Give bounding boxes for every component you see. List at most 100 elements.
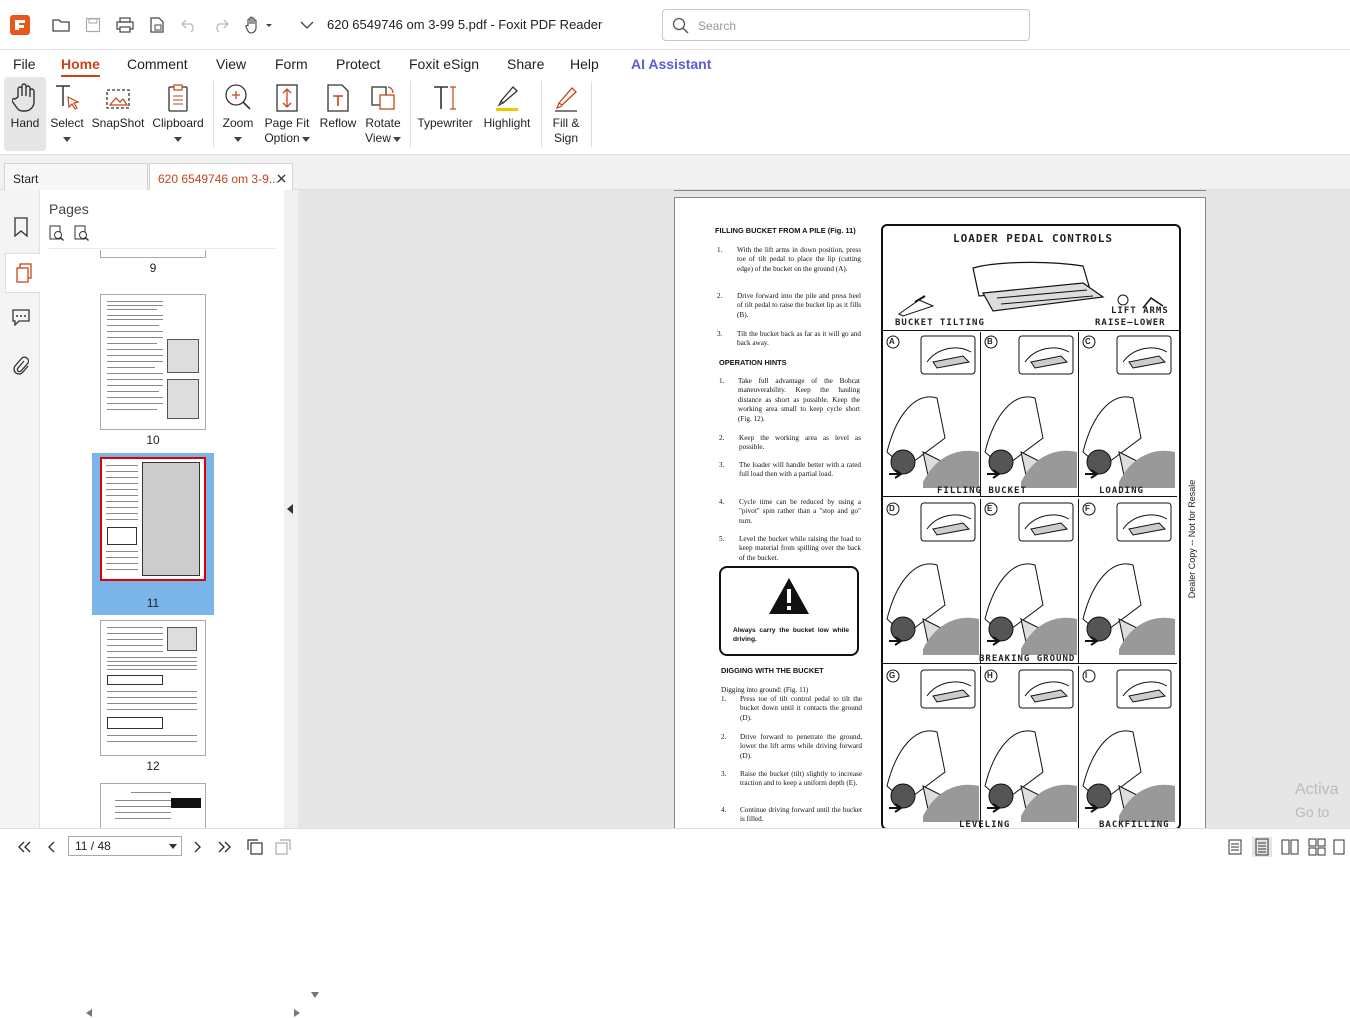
single-page-view-icon[interactable]	[1225, 837, 1245, 857]
customize-quick-access-icon[interactable]	[296, 14, 318, 36]
figure-panel-letter: I	[1085, 671, 1088, 680]
reflow-button[interactable]: Reflow	[318, 77, 358, 151]
typewriter-label: Typewriter	[417, 116, 473, 130]
document-tab-bar: Start 620 6549746 om 3-9...	[0, 155, 1350, 190]
ribbon-separator	[541, 81, 542, 147]
select-tool-button[interactable]: Select	[48, 77, 86, 151]
rotate-label-2: View	[365, 131, 391, 145]
redo-icon[interactable]	[210, 14, 232, 36]
continuous-view-icon[interactable]	[1252, 837, 1272, 857]
first-page-icon[interactable]	[14, 837, 34, 857]
page-number-input[interactable]: 11 / 48	[68, 836, 182, 856]
collapse-panel-icon[interactable]	[287, 504, 293, 514]
title-bar: 620 6549746 om 3-99 5.pdf - Foxit PDF Re…	[0, 0, 1350, 50]
page-thumbnail-13[interactable]	[100, 783, 206, 828]
last-page-icon[interactable]	[215, 837, 235, 857]
clipboard-button[interactable]: Clipboard	[150, 77, 206, 151]
bookmarks-icon[interactable]	[8, 214, 34, 240]
page-thumbnail-9[interactable]	[100, 250, 206, 258]
ribbon-separator	[591, 81, 592, 147]
scroll-left-icon[interactable]	[86, 1009, 92, 1017]
figure-panel: E	[981, 499, 1079, 664]
page-thumbnails: 9 10 11 12	[40, 250, 270, 828]
menu-protect[interactable]: Protect	[336, 56, 380, 72]
search-input[interactable]: Search	[662, 9, 1030, 41]
previous-page-icon[interactable]	[42, 837, 62, 857]
menu-ai-assistant[interactable]: AI Assistant	[631, 56, 711, 72]
loader-illustration-icon	[886, 669, 979, 822]
next-view-icon[interactable]	[273, 837, 293, 857]
pages-horizontal-scrollbar[interactable]	[80, 1006, 324, 1018]
export-icon[interactable]	[146, 14, 168, 36]
next-page-icon[interactable]	[187, 837, 207, 857]
rotate-view-button[interactable]: Rotate View	[362, 77, 404, 151]
page-zoom-out-icon[interactable]	[74, 225, 90, 241]
hand-tool-dropdown-icon[interactable]	[242, 14, 276, 36]
print-icon[interactable]	[114, 14, 136, 36]
rotate-view-icon	[371, 86, 395, 110]
rotate-label-1: Rotate	[365, 116, 401, 130]
page-number-10: 10	[146, 433, 160, 447]
page-zoom-in-icon[interactable]	[49, 225, 65, 241]
facing-view-icon[interactable]	[1280, 837, 1300, 857]
save-icon[interactable]	[82, 14, 104, 36]
figure-panel: C	[1079, 332, 1177, 497]
menu-home[interactable]: Home	[61, 56, 100, 77]
highlight-button[interactable]: Highlight	[480, 77, 534, 151]
menu-form[interactable]: Form	[275, 56, 308, 72]
panel-splitter[interactable]	[284, 190, 298, 828]
menu-comment[interactable]: Comment	[127, 56, 188, 72]
lift-arms-label-1: LIFT ARMS	[1111, 306, 1169, 316]
open-folder-icon[interactable]	[50, 14, 72, 36]
pdf-dig-text: Raise the bucket (tilt) slightly to incr…	[740, 770, 862, 788]
snapshot-icon	[106, 89, 130, 109]
menu-foxit-esign[interactable]: Foxit eSign	[409, 56, 479, 72]
figure-panel-letter: A	[889, 337, 895, 346]
filling-bucket-caption: FILLING BUCKET	[937, 486, 1027, 496]
pdf-hint-number: 5.	[719, 535, 725, 543]
close-tab-icon[interactable]	[277, 174, 286, 183]
attachments-icon[interactable]	[8, 352, 34, 378]
document-view[interactable]: FILLING BUCKET FROM A PILE (Fig. 11) 1. …	[298, 190, 1350, 828]
page-thumbnail-10[interactable]	[100, 294, 206, 430]
hand-tool-button[interactable]: Hand	[4, 77, 46, 151]
scroll-down-icon[interactable]	[311, 992, 319, 998]
pdf-heading-digging: DIGGING WITH THE BUCKET	[721, 666, 824, 675]
typewriter-button[interactable]: Typewriter	[416, 77, 474, 151]
snapshot-button[interactable]: SnapShot	[90, 77, 146, 151]
previous-view-icon[interactable]	[245, 837, 265, 857]
menu-help[interactable]: Help	[570, 56, 599, 72]
pdf-hint-number: 3.	[719, 461, 725, 469]
tab-document[interactable]: 620 6549746 om 3-9...	[149, 163, 293, 190]
page-thumbnail-11[interactable]	[100, 457, 206, 581]
search-icon	[672, 17, 689, 34]
leveling-caption: LEVELING	[959, 820, 1011, 828]
page-indicator: 11 / 48	[75, 839, 111, 853]
menu-view[interactable]: View	[216, 56, 246, 72]
pdf-hint-number: 4.	[719, 498, 725, 506]
breaking-ground-caption: BREAKING GROUND	[979, 654, 1076, 664]
page-dropdown-icon[interactable]	[169, 844, 177, 849]
scroll-right-icon[interactable]	[294, 1009, 300, 1017]
zoom-button[interactable]: Zoom	[220, 77, 256, 151]
more-view-icon[interactable]	[1333, 837, 1347, 857]
select-dropdown-icon	[63, 137, 71, 142]
comments-icon[interactable]	[8, 304, 34, 330]
fill-sign-button[interactable]: Fill & Sign	[547, 77, 585, 151]
pdf-page[interactable]: FILLING BUCKET FROM A PILE (Fig. 11) 1. …	[674, 197, 1206, 828]
pages-panel-icon[interactable]	[5, 253, 41, 293]
menu-file[interactable]: File	[13, 56, 36, 72]
figure-panel-letter: F	[1085, 504, 1090, 513]
pdf-heading-filling-bucket: FILLING BUCKET FROM A PILE (Fig. 11)	[715, 226, 856, 235]
loader-illustration-icon	[886, 502, 979, 655]
zoom-icon	[225, 84, 251, 110]
page-fit-option-button[interactable]: Page Fit Option	[262, 77, 312, 151]
undo-icon[interactable]	[178, 14, 200, 36]
select-text-icon	[56, 85, 80, 110]
tab-start[interactable]: Start	[4, 163, 148, 190]
menu-share[interactable]: Share	[507, 56, 544, 72]
page-thumbnail-12[interactable]	[100, 620, 206, 756]
reflow-icon	[327, 84, 349, 112]
continuous-facing-view-icon[interactable]	[1307, 837, 1327, 857]
foxit-logo-icon[interactable]	[10, 15, 30, 35]
